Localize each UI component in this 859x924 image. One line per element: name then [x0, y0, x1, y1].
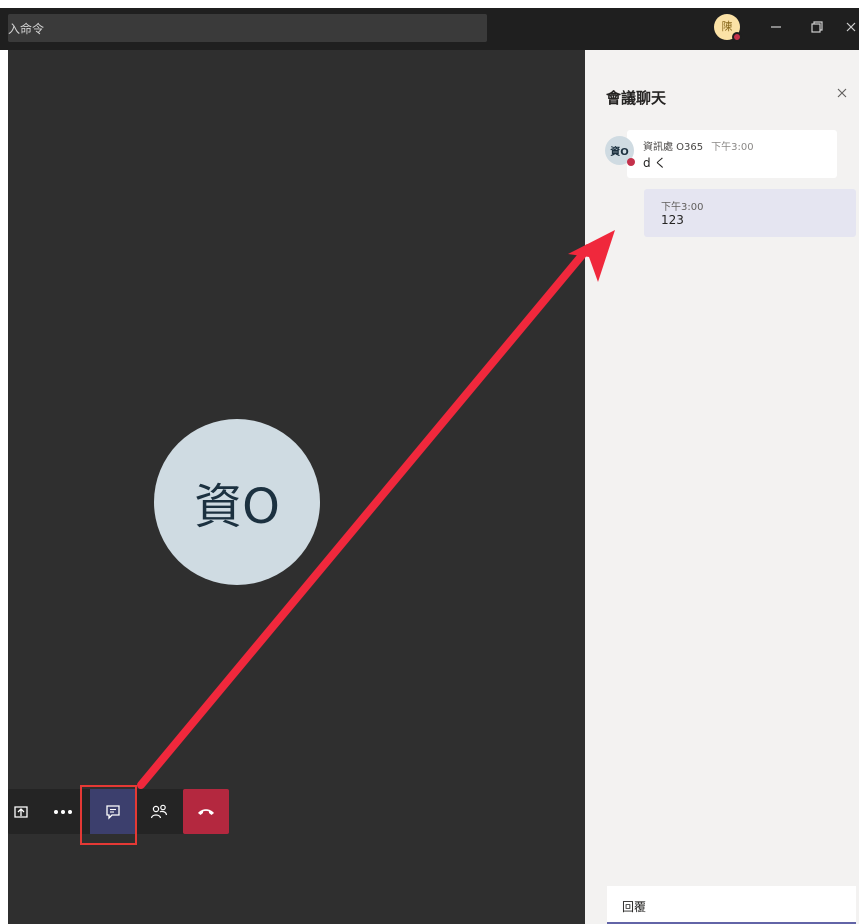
participant-avatar: 資O: [154, 419, 320, 585]
message-meta: 資訊處 O365 下午3:00: [643, 138, 754, 153]
participants-button[interactable]: [136, 789, 181, 834]
participant-initials: 資O: [194, 479, 280, 535]
restore-icon: [811, 21, 823, 33]
command-search-box[interactable]: 入命令: [8, 14, 487, 42]
user-avatar[interactable]: 陳: [714, 14, 742, 42]
presence-busy-icon: [627, 158, 635, 166]
close-window-button[interactable]: [842, 14, 859, 40]
reply-input[interactable]: 回覆: [607, 886, 856, 924]
message-avatar-initials: 資O: [610, 147, 629, 158]
message-text: 123: [661, 213, 684, 227]
message-author: 資訊處 O365: [643, 142, 704, 153]
meeting-chat-panel: 會議聊天 資訊處 O365 下午3:00 d く 資O 下午3:00 123 回覆: [585, 50, 859, 924]
more-options-icon: [53, 809, 72, 814]
chat-message-outgoing[interactable]: 下午3:00 123: [644, 189, 856, 237]
message-time: 下午3:00: [711, 142, 754, 153]
annotation-highlight-box: [80, 785, 137, 845]
reply-placeholder: 回覆: [622, 900, 647, 914]
message-text: d く: [643, 156, 667, 170]
share-screen-button[interactable]: [8, 789, 34, 834]
close-icon: [846, 22, 855, 32]
minimize-button[interactable]: [763, 14, 789, 40]
close-icon: [837, 88, 847, 98]
more-options-button[interactable]: [40, 789, 85, 834]
minimize-icon: [771, 26, 781, 28]
share-screen-icon: [14, 805, 28, 818]
chat-message-incoming[interactable]: 資訊處 O365 下午3:00 d く: [627, 130, 837, 178]
hang-up-button[interactable]: [183, 789, 229, 834]
chat-panel-title: 會議聊天: [606, 89, 667, 107]
hang-up-icon: [198, 808, 214, 815]
participants-icon: [150, 804, 167, 818]
message-time: 下午3:00: [661, 202, 704, 213]
restore-button[interactable]: [804, 14, 830, 40]
title-bar: 入命令 陳: [0, 8, 859, 50]
window-top-edge: [0, 0, 859, 8]
user-avatar-initial: 陳: [721, 20, 733, 33]
close-chat-button[interactable]: [836, 87, 848, 103]
presence-busy-icon: [732, 32, 742, 42]
search-text: 入命令: [8, 22, 45, 36]
message-avatar[interactable]: 資O: [605, 136, 635, 166]
